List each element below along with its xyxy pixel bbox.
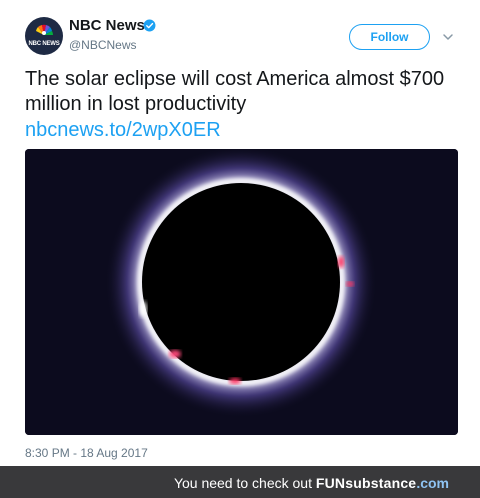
- brand-tld: .com: [416, 475, 449, 491]
- follow-button[interactable]: Follow: [349, 24, 430, 50]
- verified-badge-icon: [143, 19, 156, 32]
- tweet-timestamp[interactable]: 8:30 PM - 18 Aug 2017: [25, 446, 148, 460]
- avatar[interactable]: NBC NEWS: [25, 17, 63, 55]
- avatar-logo-text: NBC NEWS: [28, 41, 60, 47]
- nbc-peacock-logo-icon: [36, 24, 53, 35]
- user-handle[interactable]: @NBCNews: [69, 38, 137, 52]
- brand-main: FUN: [315, 475, 346, 491]
- tweet-text: The solar eclipse will cost America almo…: [25, 68, 445, 115]
- display-name[interactable]: NBC News: [69, 17, 145, 34]
- banner-prefix: You need to check out: [173, 475, 316, 491]
- solar-eclipse-image: [25, 149, 458, 435]
- chevron-down-icon[interactable]: [441, 30, 455, 44]
- tweet-image[interactable]: [25, 149, 458, 435]
- tweet-card: NBC NEWS NBC News @NBCNews Follow The so…: [0, 0, 480, 466]
- banner-text: You need to check out FUNsubstance.com: [174, 475, 449, 491]
- brand-rest: substance: [345, 475, 417, 491]
- watermark-banner: You need to check out FUNsubstance.com: [0, 466, 480, 498]
- tweet-link[interactable]: nbcnews.to/2wpX0ER: [25, 118, 221, 143]
